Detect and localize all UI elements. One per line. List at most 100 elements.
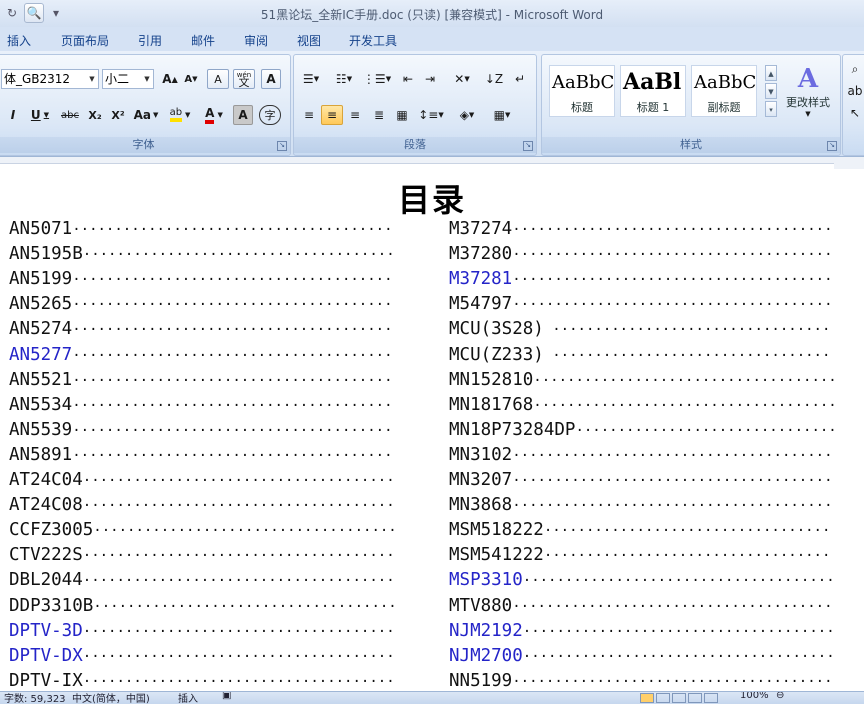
toc-entry[interactable]: AN5274··································… bbox=[9, 317, 397, 342]
toc-entry[interactable]: AN5521··································… bbox=[9, 368, 397, 393]
tab-mailings[interactable]: 邮件 bbox=[191, 32, 215, 49]
decrease-indent-button[interactable]: ⇤ bbox=[398, 69, 418, 89]
toc-entry[interactable]: DPTV-3D·································… bbox=[9, 619, 397, 644]
tab-developer[interactable]: 开发工具 bbox=[349, 32, 397, 49]
superscript-button[interactable]: X² bbox=[107, 105, 129, 125]
tab-view[interactable]: 视图 bbox=[297, 32, 321, 49]
chinese-layout-button[interactable]: ✕ ▼ bbox=[446, 69, 478, 89]
paragraph-dialog-launcher-icon[interactable]: ↘ bbox=[523, 141, 533, 151]
toc-entry[interactable]: AN5534··································… bbox=[9, 393, 397, 418]
document-page[interactable]: 目录 AN5071·······························… bbox=[0, 169, 864, 691]
shrink-font-button[interactable]: A ▼ bbox=[181, 69, 201, 89]
zoom-level[interactable]: 100% bbox=[740, 692, 769, 701]
justify-button[interactable]: ≣ bbox=[369, 105, 389, 125]
toc-entry[interactable]: MSM518222·······························… bbox=[449, 518, 837, 543]
macro-record-icon[interactable]: ▣ bbox=[222, 692, 231, 701]
toc-entry[interactable]: DPTV-IX·································… bbox=[9, 669, 397, 691]
strikethrough-button[interactable]: abc bbox=[57, 105, 83, 125]
zoom-out-icon[interactable]: ⊖ bbox=[776, 692, 784, 701]
toc-entry[interactable]: CCFZ3005································… bbox=[9, 518, 397, 543]
web-layout-view-icon[interactable] bbox=[672, 693, 686, 703]
toc-entry[interactable]: AT24C08·································… bbox=[9, 493, 397, 518]
toc-entry[interactable]: M37274··································… bbox=[449, 217, 837, 242]
toc-entry[interactable]: M37280··································… bbox=[449, 242, 837, 267]
styles-scroll-up-icon[interactable]: ▲ bbox=[765, 65, 777, 81]
styles-scroll-down-icon[interactable]: ▼ bbox=[765, 83, 777, 99]
draft-view-icon[interactable] bbox=[704, 693, 718, 703]
tab-insert[interactable]: 插入 bbox=[7, 32, 31, 49]
italic-button[interactable]: I bbox=[3, 105, 23, 125]
tab-review[interactable]: 审阅 bbox=[244, 32, 268, 49]
highlight-button[interactable]: ab ▼ bbox=[163, 105, 197, 125]
toc-entry[interactable]: AN5277··································… bbox=[9, 343, 397, 368]
align-left-button[interactable]: ≡ bbox=[299, 105, 319, 125]
align-center-button[interactable]: ≡ bbox=[321, 105, 343, 125]
character-shading-button[interactable]: A bbox=[233, 105, 253, 125]
replace-icon[interactable]: ab bbox=[846, 81, 864, 101]
distributed-button[interactable]: ▦ bbox=[392, 105, 412, 125]
toc-entry[interactable]: MSP3310·································… bbox=[449, 568, 837, 593]
toc-entry[interactable]: NJM2700·································… bbox=[449, 644, 837, 669]
font-size-combo[interactable]: 小二 ▼ bbox=[102, 69, 154, 89]
toc-entry[interactable]: DDP3310B································… bbox=[9, 594, 397, 619]
toc-entry[interactable]: AN5891··································… bbox=[9, 443, 397, 468]
language-indicator[interactable]: 中文(简体，中国) bbox=[72, 692, 150, 704]
toc-entry[interactable]: NJM2192·································… bbox=[449, 619, 837, 644]
font-color-button[interactable]: A ▼ bbox=[199, 105, 229, 125]
outline-view-icon[interactable] bbox=[688, 693, 702, 703]
toc-entry[interactable]: MN3102··································… bbox=[449, 443, 837, 468]
change-case-button[interactable]: Aa ▼ bbox=[131, 105, 161, 125]
phonetic-guide-button[interactable]: wén 文 bbox=[233, 69, 255, 89]
tab-page-layout[interactable]: 页面布局 bbox=[61, 32, 109, 49]
word-count[interactable]: 字数: 59,323 bbox=[4, 692, 66, 704]
bullets-button[interactable]: ☰ ▼ bbox=[297, 69, 325, 89]
subscript-button[interactable]: X₂ bbox=[84, 105, 106, 125]
change-styles-button[interactable]: A 更改样式 ▼ bbox=[782, 61, 834, 121]
borders-button[interactable]: ▦ ▼ bbox=[487, 105, 517, 125]
increase-indent-button[interactable]: ⇥ bbox=[420, 69, 440, 89]
style-subtitle[interactable]: AaBbC 副标题 bbox=[691, 65, 757, 117]
style-title[interactable]: AaBbC 标题 bbox=[549, 65, 615, 117]
toc-entry[interactable]: MTV880··································… bbox=[449, 594, 837, 619]
toc-entry[interactable]: MN181768································… bbox=[449, 393, 837, 418]
print-layout-view-icon[interactable] bbox=[640, 693, 654, 703]
line-spacing-button[interactable]: ↕≡ ▼ bbox=[416, 105, 446, 125]
toc-entry[interactable]: AN5195B·································… bbox=[9, 242, 397, 267]
style-heading-1[interactable]: AaBl 标题 1 bbox=[620, 65, 686, 117]
toc-entry[interactable]: MCU(Z233) ······························… bbox=[449, 343, 837, 368]
toc-entry[interactable]: AN5071··································… bbox=[9, 217, 397, 242]
multilevel-list-button[interactable]: ⋮☰ ▼ bbox=[362, 69, 392, 89]
toc-entry[interactable]: MN18P73284DP····························… bbox=[449, 418, 837, 443]
chevron-down-icon[interactable]: ▼ bbox=[87, 70, 97, 88]
enclose-characters-button[interactable]: 字 bbox=[259, 105, 281, 125]
toc-entry[interactable]: CTV222S·································… bbox=[9, 543, 397, 568]
toc-entry[interactable]: MN3868··································… bbox=[449, 493, 837, 518]
toc-entry[interactable]: M37281··································… bbox=[449, 267, 837, 292]
character-border-button[interactable]: A bbox=[261, 69, 281, 89]
font-name-combo[interactable]: 体_GB2312 ▼ bbox=[1, 69, 99, 89]
toc-entry[interactable]: AT24C04·································… bbox=[9, 468, 397, 493]
toc-entry[interactable]: M54797··································… bbox=[449, 292, 837, 317]
full-screen-reading-view-icon[interactable] bbox=[656, 693, 670, 703]
toc-entry[interactable]: DBL2044·································… bbox=[9, 568, 397, 593]
styles-dialog-launcher-icon[interactable]: ↘ bbox=[827, 141, 837, 151]
toc-entry[interactable]: MCU(3S28) ······························… bbox=[449, 317, 837, 342]
toc-entry[interactable]: MN152810································… bbox=[449, 368, 837, 393]
toc-entry[interactable]: AN5539··································… bbox=[9, 418, 397, 443]
align-right-button[interactable]: ≡ bbox=[345, 105, 365, 125]
toc-entry[interactable]: NN5199··································… bbox=[449, 669, 837, 691]
toc-entry[interactable]: AN5265··································… bbox=[9, 292, 397, 317]
sort-button[interactable]: ↓Z bbox=[483, 69, 505, 89]
toc-entry[interactable]: MN3207··································… bbox=[449, 468, 837, 493]
toc-entry[interactable]: AN5199··································… bbox=[9, 267, 397, 292]
select-icon[interactable]: ↖ bbox=[846, 103, 864, 123]
styles-more-icon[interactable]: ▾ bbox=[765, 101, 777, 117]
toc-entry[interactable]: DPTV-DX·································… bbox=[9, 644, 397, 669]
shading-button[interactable]: ◈ ▼ bbox=[452, 105, 482, 125]
chevron-down-icon[interactable]: ▼ bbox=[142, 70, 152, 88]
font-dialog-launcher-icon[interactable]: ↘ bbox=[277, 141, 287, 151]
toc-entry[interactable]: MSM541222·······························… bbox=[449, 543, 837, 568]
tab-references[interactable]: 引用 bbox=[138, 32, 162, 49]
underline-button[interactable]: U ▼ bbox=[25, 105, 55, 125]
insert-mode-indicator[interactable]: 插入 bbox=[178, 692, 198, 704]
